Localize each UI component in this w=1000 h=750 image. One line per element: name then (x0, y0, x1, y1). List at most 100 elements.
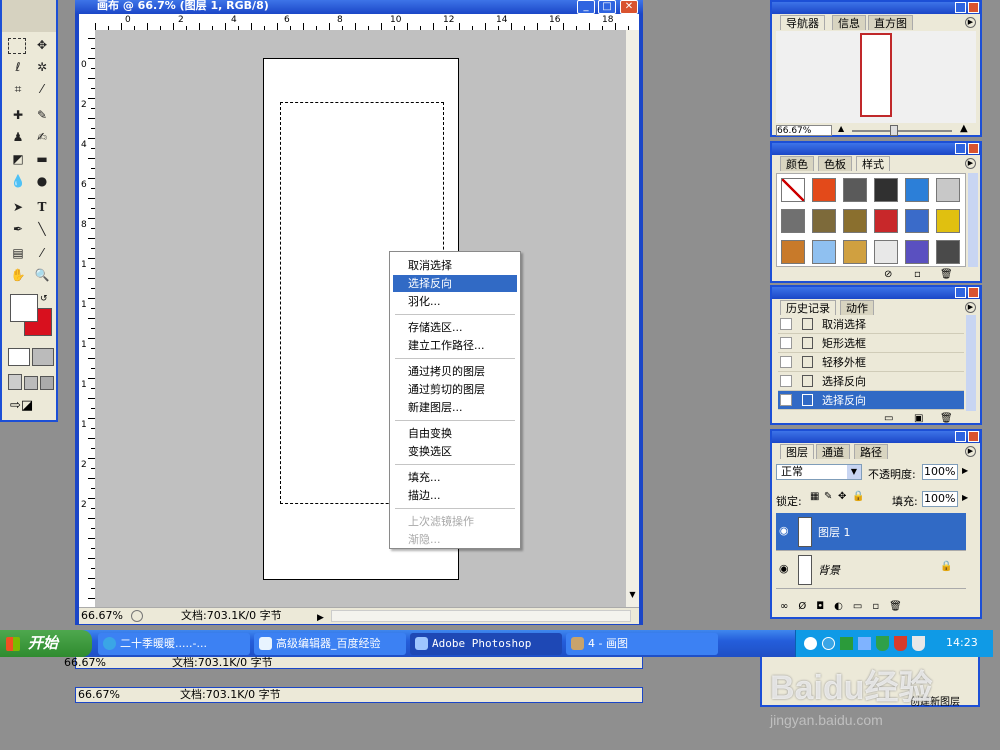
path-selection-icon[interactable]: ➤ (8, 198, 28, 216)
taskbar-button-paint[interactable]: 4 - 画图 (566, 633, 718, 655)
brush-tool-icon[interactable]: ✎ (32, 106, 52, 124)
lasso-tool-icon[interactable]: ℓ (8, 58, 28, 76)
link-layers-icon[interactable]: ∞ (780, 601, 798, 612)
clock[interactable]: 14:23 (946, 636, 978, 649)
minimize-button[interactable]: _ (577, 0, 595, 14)
history-source-checkbox[interactable] (780, 318, 792, 330)
clear-style-icon[interactable]: ⊘ (884, 269, 892, 280)
crop-tool-icon[interactable]: ⌗ (8, 80, 28, 98)
tray-volume-icon[interactable] (858, 637, 871, 650)
chevron-down-icon[interactable]: ▼ (847, 465, 861, 479)
history-source-checkbox[interactable] (780, 337, 792, 349)
eye-icon[interactable]: ◉ (779, 524, 789, 537)
panel-menu-icon[interactable]: ▶ (965, 17, 976, 28)
delete-state-icon[interactable]: 🗑 (940, 413, 953, 424)
style-swatch[interactable] (874, 178, 898, 202)
maximize-button[interactable]: □ (598, 0, 616, 14)
jump-to-imageready-icon[interactable]: ⇨◪ (10, 398, 33, 413)
panel-close-button[interactable] (968, 143, 979, 154)
context-menu-item[interactable]: 描边... (393, 487, 517, 504)
panel-close-button[interactable] (968, 431, 979, 442)
pen-tool-icon[interactable]: ✒ (8, 220, 28, 238)
status-options-icon[interactable] (131, 610, 143, 622)
history-state[interactable]: 取消选择 (778, 315, 964, 334)
style-swatch[interactable] (843, 209, 867, 233)
move-tool-icon[interactable]: ✥ (32, 36, 52, 54)
horizontal-scrollbar[interactable] (331, 610, 631, 622)
tab-channels[interactable]: 通道 (816, 444, 850, 459)
history-state[interactable]: 选择反向 (778, 391, 964, 410)
standard-mode-icon[interactable] (8, 348, 30, 366)
dodge-tool-icon[interactable]: ● (32, 172, 52, 190)
quick-mask-icon[interactable] (32, 348, 54, 366)
tray-antivirus-icon[interactable] (894, 636, 907, 651)
tab-paths[interactable]: 路径 (854, 444, 888, 459)
fill-slider-arrow-icon[interactable]: ▶ (962, 493, 968, 502)
history-state[interactable]: 选择反向 (778, 372, 964, 391)
magic-wand-icon[interactable]: ✲ (32, 58, 52, 76)
tab-info[interactable]: 信息 (832, 15, 866, 30)
opacity-slider-arrow-icon[interactable]: ▶ (962, 466, 968, 475)
style-swatch[interactable] (905, 178, 929, 202)
swap-colors-icon[interactable]: ↺ (40, 294, 48, 304)
context-menu-item[interactable]: 新建图层... (393, 399, 517, 416)
tray-shield-icon[interactable] (912, 636, 925, 651)
foreground-color-front[interactable] (10, 294, 38, 322)
close-button[interactable]: ✕ (620, 0, 638, 14)
style-swatch[interactable] (874, 209, 898, 233)
lock-transparency-icon[interactable]: ▦ (810, 491, 819, 502)
context-menu-item[interactable]: 通过剪切的图层 (393, 381, 517, 398)
history-source-checkbox[interactable] (780, 375, 792, 387)
panel-menu-icon[interactable]: ▶ (965, 302, 976, 313)
healing-brush-icon[interactable]: ✚ (8, 106, 28, 124)
panel-minimize-button[interactable] (955, 431, 966, 442)
tab-color[interactable]: 颜色 (780, 156, 814, 171)
zoom-slider-thumb[interactable] (890, 125, 898, 136)
navigator-zoom-field[interactable]: 66.67% (776, 125, 832, 136)
context-menu-item[interactable]: 存储选区... (393, 319, 517, 336)
zoom-tool-icon[interactable]: 🔍 (32, 266, 52, 284)
screen-mode-1-icon[interactable] (8, 374, 22, 390)
style-swatch[interactable] (936, 240, 960, 264)
delete-style-icon[interactable]: 🗑 (940, 269, 953, 280)
screen-mode-3-icon[interactable] (40, 376, 54, 390)
new-style-icon[interactable]: ▫ (914, 269, 921, 280)
document-title-bar[interactable]: 画布 @ 66.7% (图层 1, RGB/8) (75, 0, 643, 14)
style-swatch[interactable] (874, 240, 898, 264)
layer-style-icon[interactable]: Ø (798, 601, 816, 612)
status-menu-arrow-icon[interactable]: ▶ (317, 610, 324, 626)
tab-styles[interactable]: 样式 (856, 156, 890, 171)
layers-title-bar[interactable] (772, 431, 980, 443)
type-tool-icon[interactable]: T (32, 198, 52, 216)
panel-menu-icon[interactable]: ▶ (965, 446, 976, 457)
notes-tool-icon[interactable]: ▤ (8, 244, 28, 262)
screen-mode-2-icon[interactable] (24, 376, 38, 390)
context-menu-item[interactable]: 取消选择 (393, 257, 517, 274)
history-source-checkbox[interactable] (780, 356, 792, 368)
taskbar-button-qq[interactable]: 二十季暖暖.....-... (98, 633, 250, 655)
line-tool-icon[interactable]: ╲ (32, 220, 52, 238)
history-state[interactable]: 轻移外框 (778, 353, 964, 372)
clone-stamp-icon[interactable]: ♟ (8, 128, 28, 146)
scroll-down-icon[interactable]: ▼ (627, 590, 638, 602)
marquee-tool-icon[interactable] (8, 38, 26, 54)
style-swatch[interactable] (905, 209, 929, 233)
navigator-view-box[interactable] (860, 33, 892, 117)
panel-close-button[interactable] (968, 2, 979, 13)
context-menu-item[interactable]: 建立工作路径... (393, 337, 517, 354)
zoom-out-icon[interactable]: ▲ (838, 124, 844, 133)
tab-actions[interactable]: 动作 (840, 300, 874, 315)
taskbar-button-photoshop[interactable]: Adobe Photoshop (410, 633, 562, 655)
history-scrollbar[interactable] (966, 315, 976, 411)
style-swatch[interactable] (812, 240, 836, 264)
tray-expand-icon[interactable] (804, 637, 817, 650)
adjustment-layer-icon[interactable]: ◐ (834, 601, 853, 612)
tray-security-icon[interactable] (876, 636, 889, 651)
tab-history[interactable]: 历史记录 (780, 300, 836, 315)
delete-layer-icon[interactable]: 🗑 (889, 601, 912, 612)
context-menu-item[interactable]: 通过拷贝的图层 (393, 363, 517, 380)
styles-title-bar[interactable] (772, 143, 980, 155)
tab-histogram[interactable]: 直方图 (868, 15, 913, 30)
history-title-bar[interactable] (772, 287, 980, 299)
tab-layers[interactable]: 图层 (780, 444, 814, 459)
